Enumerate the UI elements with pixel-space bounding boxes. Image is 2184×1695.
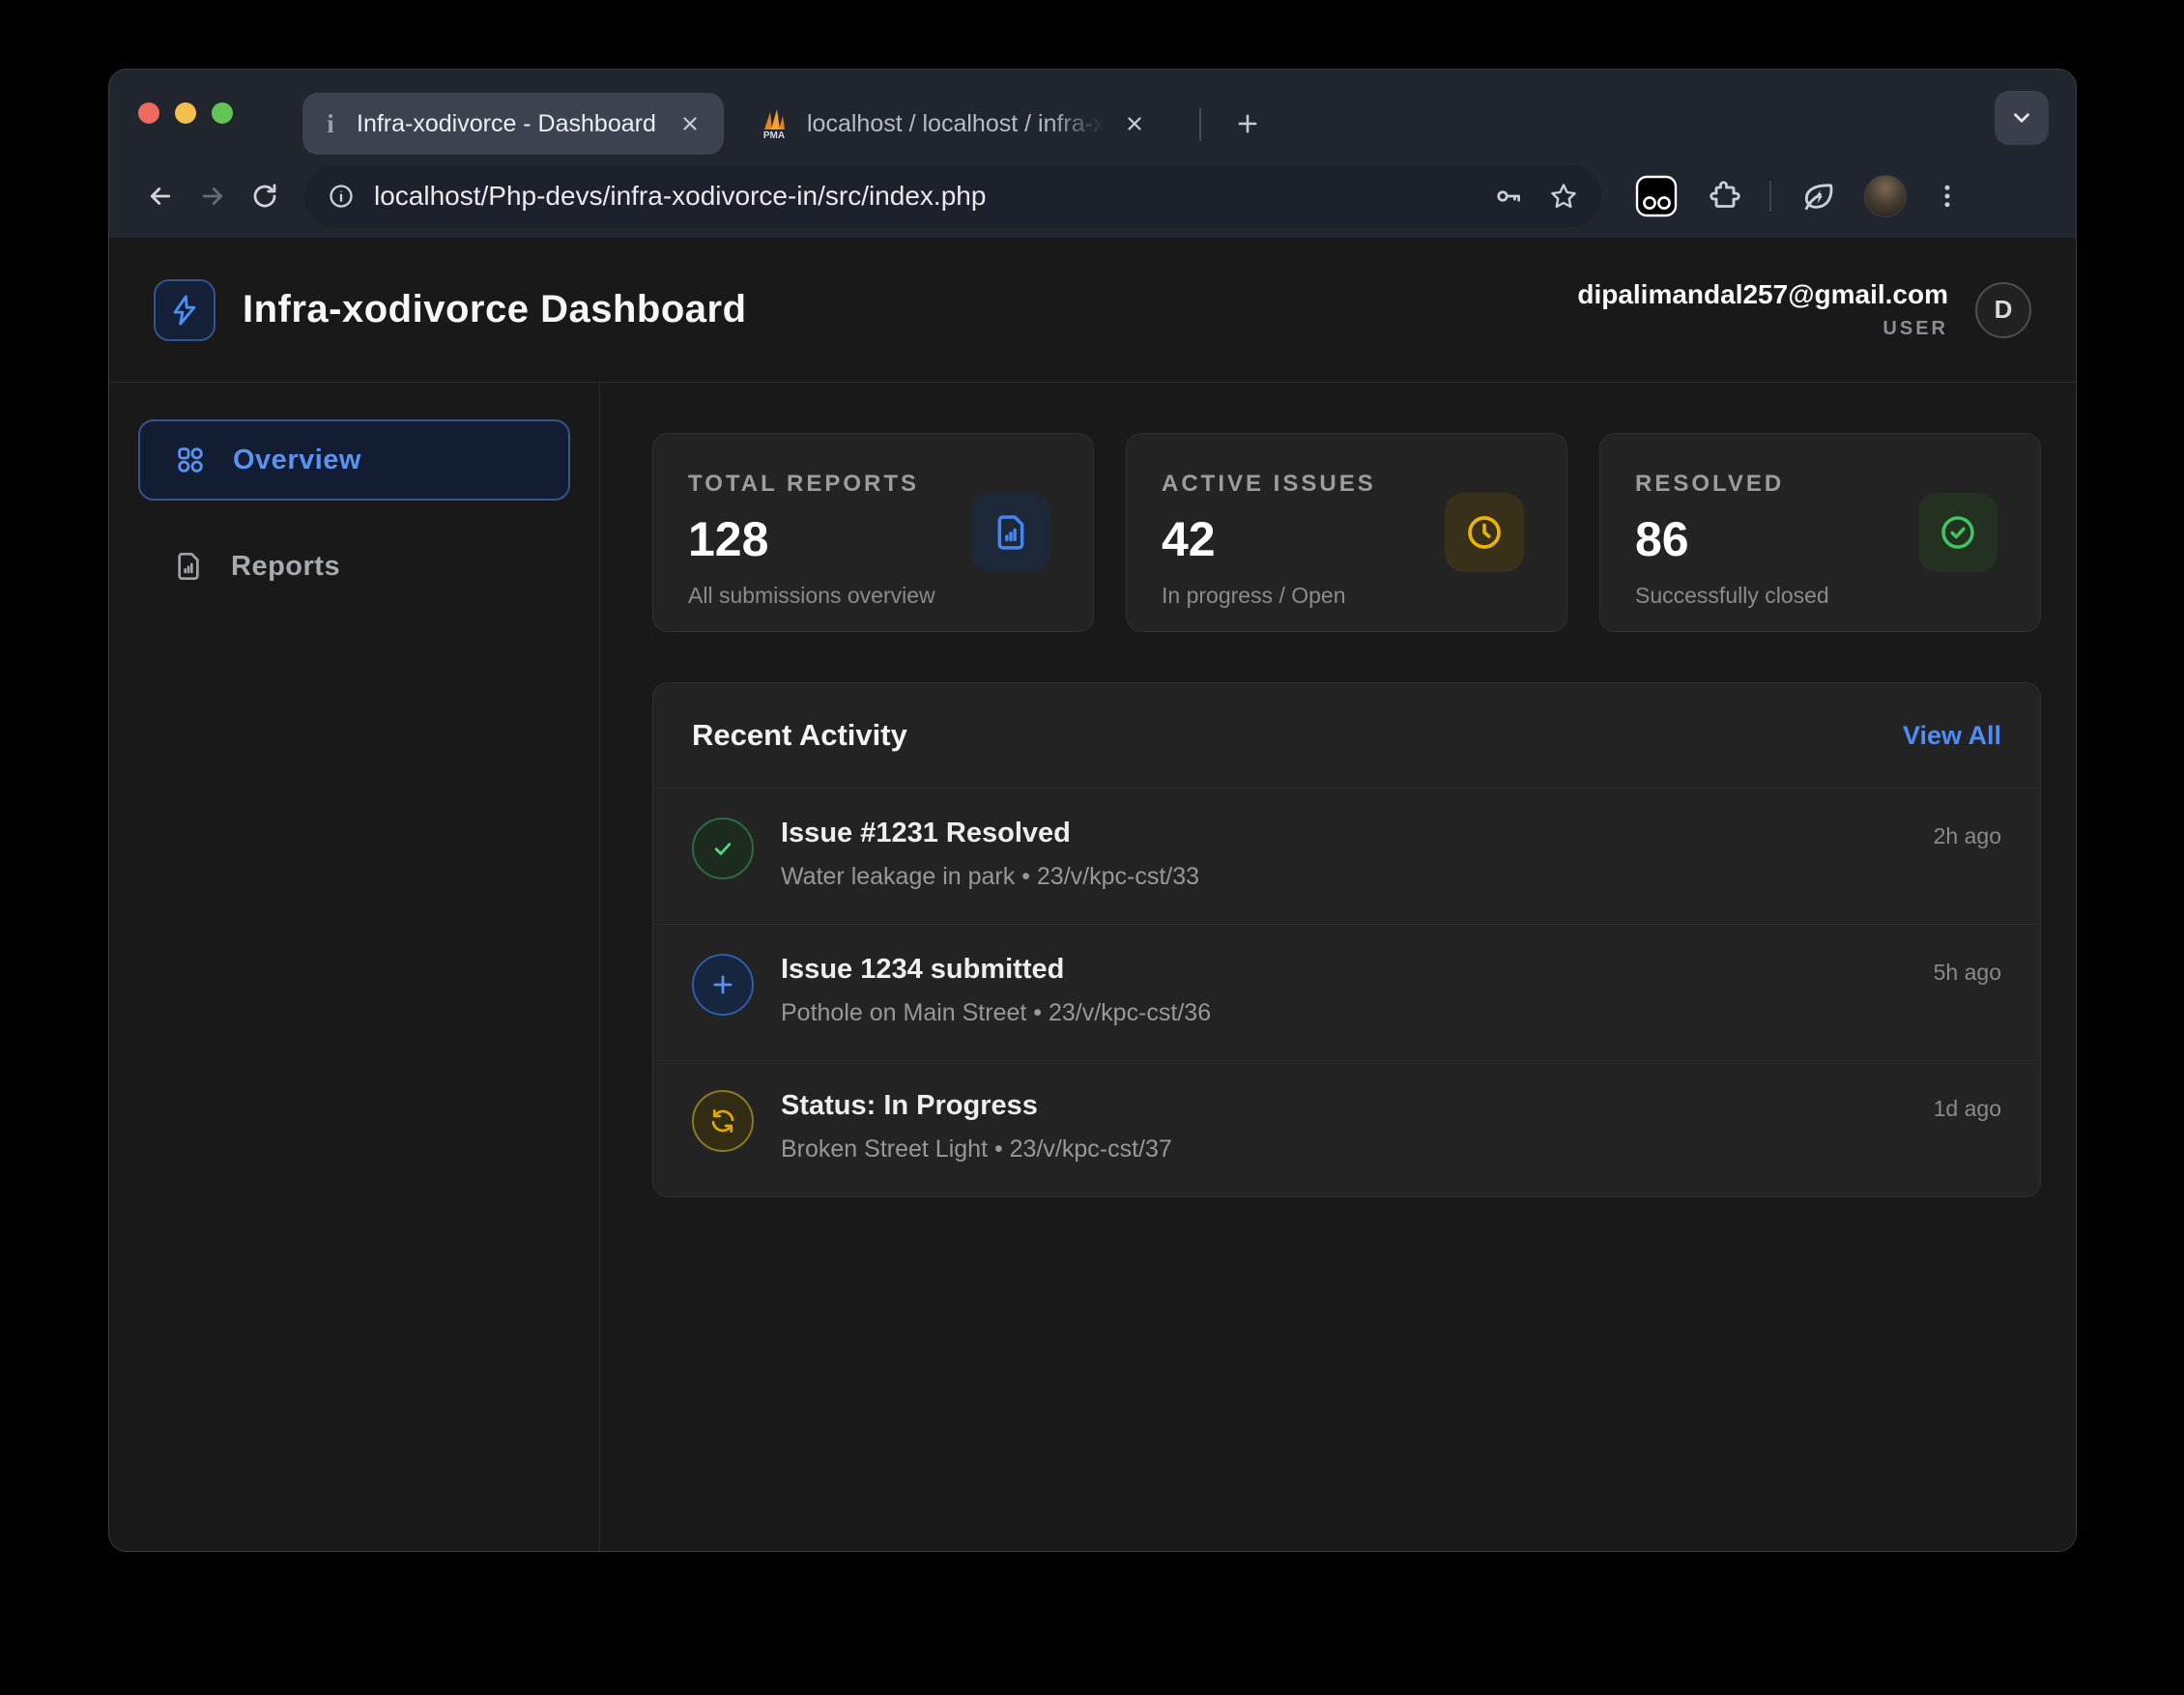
check-circle-icon <box>1918 493 1997 572</box>
activity-row-in-progress[interactable]: Status: In Progress Broken Street Light … <box>653 1060 2040 1196</box>
bookmark-star-icon[interactable] <box>1549 182 1578 211</box>
browser-window: i Infra-xodivorce - Dashboard PMA localh… <box>109 70 2076 1551</box>
user-avatar[interactable]: D <box>1975 282 2031 338</box>
view-all-link[interactable]: View All <box>1903 721 2001 751</box>
main-area: TOTAL REPORTS 128 All submissions overvi… <box>600 383 2076 1551</box>
recent-activity-card: Recent Activity View All Issue #1231 Res… <box>652 682 2041 1197</box>
activity-detail: Broken Street Light • 23/v/kpc-cst/37 <box>781 1135 1934 1164</box>
check-icon <box>692 818 754 879</box>
user-info: dipalimandal257@gmail.com USER <box>1577 279 1948 340</box>
app-header: Infra-xodivorce Dashboard dipalimandal25… <box>109 238 2076 383</box>
phpmyadmin-favicon-icon: PMA <box>757 106 791 141</box>
sidebar: Overview Reports <box>109 383 600 1551</box>
activity-row-resolved[interactable]: Issue #1231 Resolved Water leakage in pa… <box>653 788 2040 924</box>
new-tab-button[interactable] <box>1222 99 1273 149</box>
browser-toolbar: localhost/Php-devs/infra-xodivorce-in/sr… <box>109 155 2076 238</box>
activity-texts: Status: In Progress Broken Street Light … <box>781 1090 1934 1164</box>
back-button[interactable] <box>134 170 187 222</box>
sidebar-item-overview[interactable]: Overview <box>138 419 570 501</box>
tab-divider <box>1199 108 1201 141</box>
toolbar-divider <box>1769 181 1771 212</box>
stat-subtext: Successfully closed <box>1635 583 2005 609</box>
stat-card-active-issues: ACTIVE ISSUES 42 In progress / Open <box>1126 433 1567 632</box>
svg-text:PMA: PMA <box>763 130 785 141</box>
window-controls <box>138 102 233 124</box>
reload-button[interactable] <box>239 170 291 222</box>
tab-strip: i Infra-xodivorce - Dashboard PMA localh… <box>109 70 2076 155</box>
activity-title: Issue 1234 submitted <box>781 954 1934 986</box>
site-info-icon[interactable] <box>328 183 355 210</box>
activity-texts: Issue 1234 submitted Pothole on Main Str… <box>781 954 1934 1027</box>
activity-title: Issue #1231 Resolved <box>781 818 1934 849</box>
stat-cards: TOTAL REPORTS 128 All submissions overvi… <box>652 433 2041 632</box>
address-bar[interactable]: localhost/Php-devs/infra-xodivorce-in/sr… <box>304 165 1601 227</box>
extensions-puzzle-icon[interactable] <box>1708 179 1742 214</box>
activity-row-submitted[interactable]: Issue 1234 submitted Pothole on Main Str… <box>653 924 2040 1060</box>
performance-leaf-icon[interactable] <box>1800 178 1837 215</box>
stat-subtext: In progress / Open <box>1162 583 1532 609</box>
app-logo <box>154 279 216 341</box>
extension-two-dots-icon[interactable] <box>1634 174 1679 218</box>
grid-icon <box>175 445 206 475</box>
activity-timestamp: 5h ago <box>1934 954 2001 986</box>
page-title: Infra-xodivorce Dashboard <box>243 288 747 331</box>
activity-title: Status: In Progress <box>781 1090 1934 1122</box>
activity-detail: Water leakage in park • 23/v/kpc-cst/33 <box>781 863 1934 891</box>
stat-card-total-reports: TOTAL REPORTS 128 All submissions overvi… <box>652 433 1094 632</box>
user-role-badge: USER <box>1577 318 1948 340</box>
recent-activity-title: Recent Activity <box>692 718 907 753</box>
activity-timestamp: 2h ago <box>1934 818 2001 849</box>
browser-profile-avatar[interactable] <box>1864 175 1907 217</box>
dashboard-favicon-icon: i <box>320 109 341 139</box>
plus-icon <box>692 954 754 1016</box>
tab-title: Infra-xodivorce - Dashboard <box>357 110 666 138</box>
file-chart-icon <box>173 551 204 582</box>
tab-phpmyadmin[interactable]: PMA localhost / localhost / infra-xo <box>739 93 1168 155</box>
zoom-window-button[interactable] <box>212 102 233 124</box>
sidebar-item-reports[interactable]: Reports <box>138 526 570 607</box>
recent-activity-header: Recent Activity View All <box>653 683 2040 788</box>
url-text[interactable]: localhost/Php-devs/infra-xodivorce-in/sr… <box>374 181 1468 212</box>
activity-texts: Issue #1231 Resolved Water leakage in pa… <box>781 818 1934 891</box>
page-content: Infra-xodivorce Dashboard dipalimandal25… <box>109 238 2076 1551</box>
activity-timestamp: 1d ago <box>1934 1090 2001 1122</box>
tab-dashboard[interactable]: i Infra-xodivorce - Dashboard <box>302 93 724 155</box>
refresh-icon <box>692 1090 754 1152</box>
sidebar-item-label: Overview <box>233 445 361 476</box>
user-email: dipalimandal257@gmail.com <box>1577 279 1948 310</box>
close-window-button[interactable] <box>138 102 159 124</box>
sidebar-item-label: Reports <box>231 551 340 583</box>
clock-icon <box>1445 493 1524 572</box>
forward-button[interactable] <box>187 170 239 222</box>
close-tab-icon[interactable] <box>1118 107 1151 140</box>
minimize-window-button[interactable] <box>175 102 196 124</box>
file-chart-icon <box>971 493 1050 572</box>
close-tab-icon[interactable] <box>674 107 706 140</box>
tab-search-button[interactable] <box>1995 91 2049 145</box>
stat-card-resolved: RESOLVED 86 Successfully closed <box>1599 433 2041 632</box>
stat-subtext: All submissions overview <box>688 583 1058 609</box>
password-manager-icon[interactable] <box>1493 181 1524 212</box>
tab-title: localhost / localhost / infra-xo <box>807 110 1110 138</box>
activity-detail: Pothole on Main Street • 23/v/kpc-cst/36 <box>781 999 1934 1027</box>
browser-menu-icon[interactable] <box>1928 182 1967 211</box>
